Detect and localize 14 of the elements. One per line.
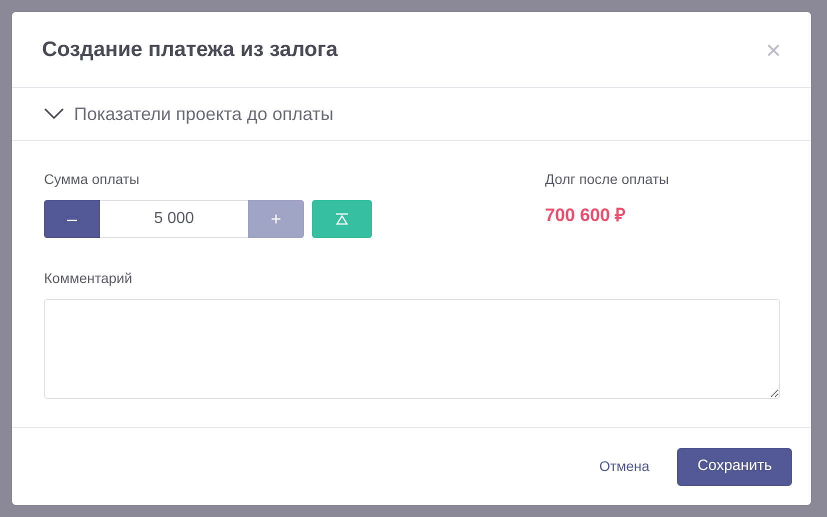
cancel-link[interactable]: Отмена	[599, 456, 650, 477]
field-label: Сумма оплаты	[44, 170, 140, 189]
scale-icon	[335, 213, 349, 225]
section-toggle[interactable]: Показатели проекта до оплаты	[12, 88, 811, 141]
field-label: Комментарий	[44, 269, 134, 288]
comment-field[interactable]	[44, 299, 780, 399]
amount-field[interactable]: 5 000	[100, 200, 248, 238]
save-button[interactable]: Сохранить	[677, 448, 792, 486]
chevron-icon	[44, 108, 64, 120]
dialog-title: Создание платежа из залога	[42, 36, 338, 63]
max-button[interactable]	[312, 200, 372, 238]
field-label: Долг после оплаты	[545, 170, 669, 189]
decrease-button[interactable]: –	[44, 200, 100, 238]
debt-amount: 700 600 ₽	[545, 204, 626, 227]
